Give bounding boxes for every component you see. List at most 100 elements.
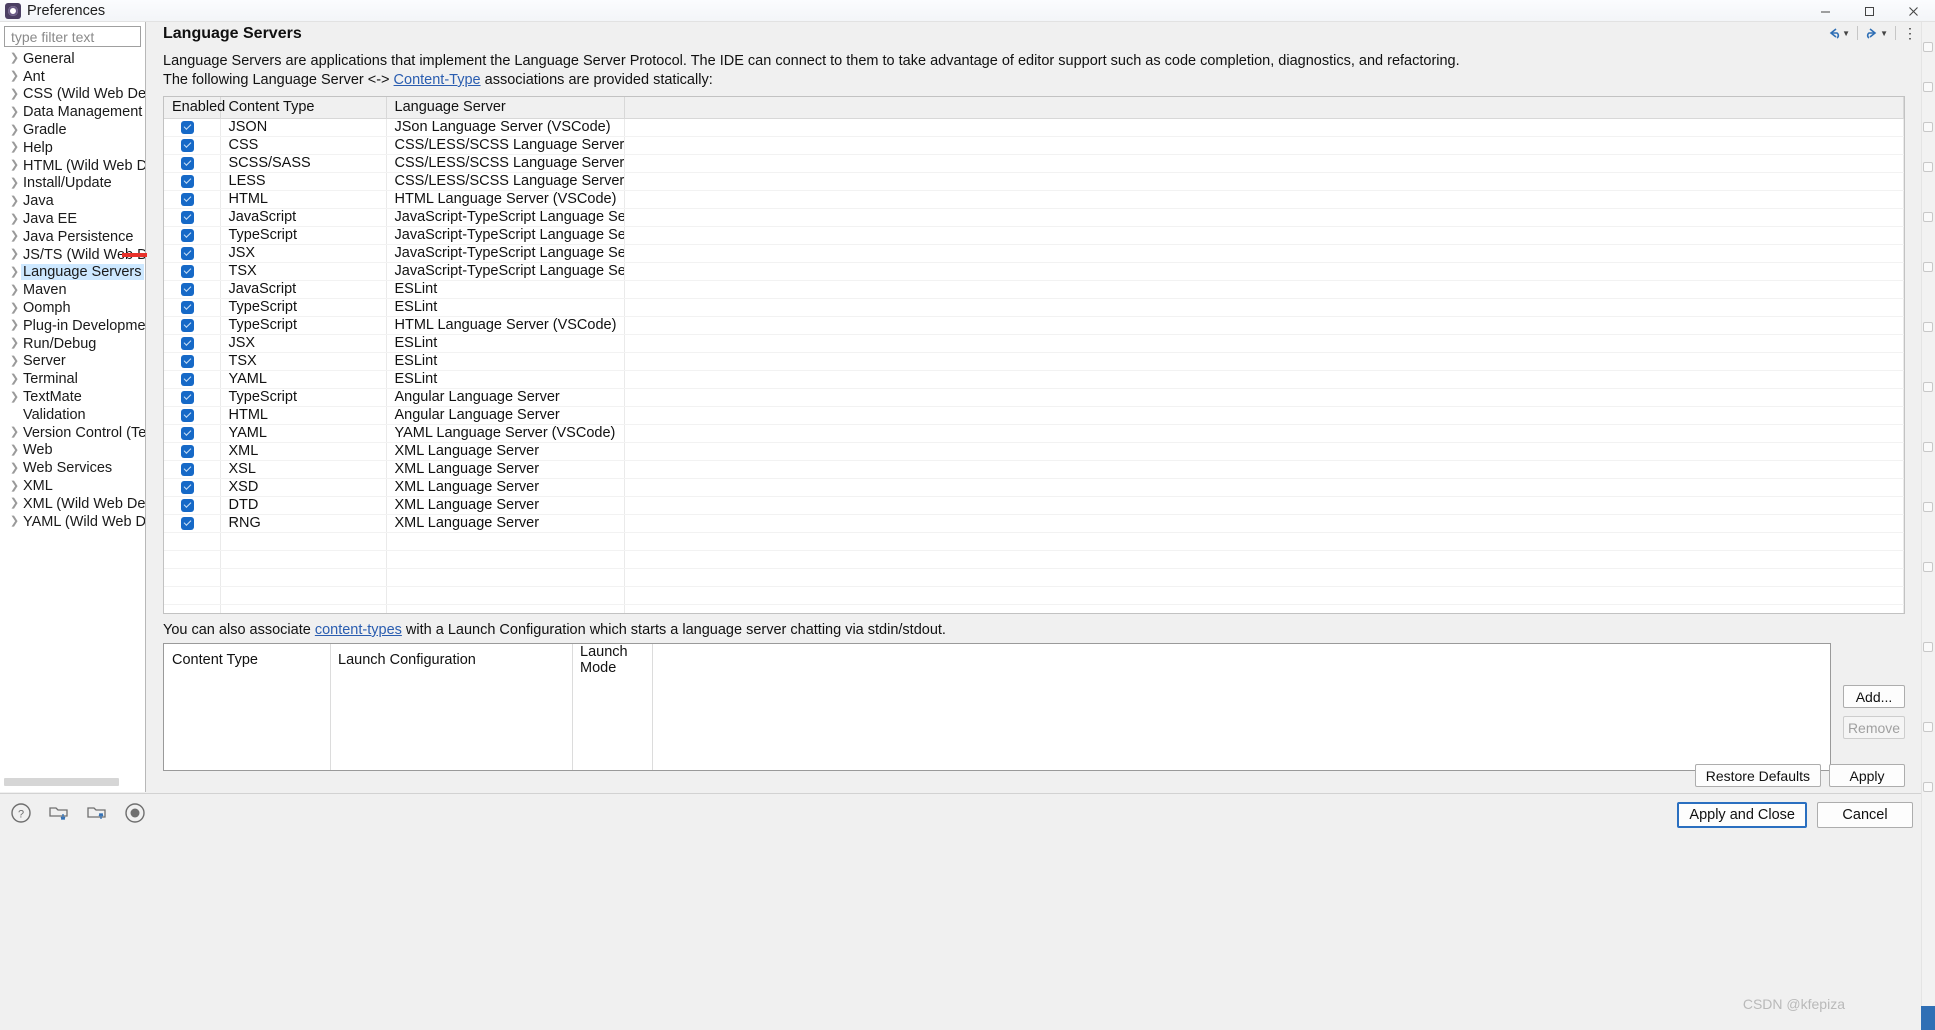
table-row-empty[interactable]: [164, 532, 1904, 551]
forward-button[interactable]: ▼: [1863, 25, 1890, 42]
chevron-right-icon[interactable]: ❯: [8, 124, 21, 136]
sidebar-item-run-debug[interactable]: ❯ Run/Debug: [0, 335, 145, 353]
checkbox-checked-icon[interactable]: [181, 516, 194, 530]
content-type-link[interactable]: Content-Type: [394, 72, 481, 88]
vertical-dots-icon[interactable]: ⋮: [1903, 26, 1917, 40]
table-row[interactable]: YAML YAML Language Server (VSCode): [164, 424, 1904, 443]
checkbox-checked-icon[interactable]: [181, 120, 194, 134]
filter-box[interactable]: [4, 26, 141, 47]
chevron-right-icon[interactable]: ❯: [8, 231, 21, 242]
sidebar-item-web-services[interactable]: ❯ Web Services: [0, 459, 145, 477]
enabled-cell[interactable]: [164, 316, 221, 335]
content-types-link[interactable]: content-types: [315, 622, 402, 638]
table-row[interactable]: YAML ESLint: [164, 370, 1904, 389]
checkbox-checked-icon[interactable]: [181, 228, 194, 242]
chevron-right-icon[interactable]: ❯: [8, 249, 21, 260]
checkbox-checked-icon[interactable]: [181, 462, 194, 476]
chevron-right-icon[interactable]: ❯: [8, 53, 21, 64]
column-header-content-type[interactable]: Content Type: [220, 97, 387, 119]
checkbox-checked-icon[interactable]: [181, 156, 194, 170]
table-row[interactable]: DTD XML Language Server: [164, 496, 1904, 515]
enabled-cell[interactable]: [164, 388, 221, 407]
sidebar-item-language-servers[interactable]: ❯ Language Servers: [0, 264, 145, 282]
enabled-cell[interactable]: [164, 136, 221, 155]
enabled-cell[interactable]: [164, 298, 221, 317]
restore-defaults-button[interactable]: Restore Defaults: [1694, 764, 1821, 787]
close-button[interactable]: [1891, 0, 1935, 22]
checkbox-checked-icon[interactable]: [181, 426, 194, 440]
sidebar-item-server[interactable]: ❯ Server: [0, 353, 145, 371]
checkbox-checked-icon[interactable]: [181, 318, 194, 332]
column-header-language-server[interactable]: Language Server: [386, 97, 625, 119]
table-row[interactable]: SCSS/SASSCSS/LESS/SCSS Language Server (…: [164, 154, 1904, 173]
chevron-right-icon[interactable]: ❯: [8, 427, 21, 438]
sidebar-item-yaml-wild-web-develop[interactable]: ❯YAML (Wild Web Develop: [0, 513, 145, 531]
enabled-cell[interactable]: [164, 172, 221, 191]
chevron-right-icon[interactable]: ❯: [8, 88, 21, 100]
tree-horizontal-scrollbar[interactable]: [4, 778, 119, 786]
table-row[interactable]: XSD XML Language Server: [164, 478, 1904, 497]
language-servers-table-container[interactable]: Enabled Content Type Language Server JSO…: [163, 96, 1905, 614]
column-header-launch-configuration[interactable]: Launch Configuration: [330, 644, 572, 676]
enabled-cell[interactable]: [164, 442, 221, 461]
chevron-right-icon[interactable]: ❯: [8, 213, 21, 225]
checkbox-checked-icon[interactable]: [181, 408, 194, 422]
sidebar-item-css-wild-web-develope[interactable]: ❯CSS (Wild Web Develope: [0, 86, 145, 104]
checkbox-checked-icon[interactable]: [181, 354, 194, 368]
sidebar-item-web[interactable]: ❯ Web: [0, 442, 145, 460]
chevron-right-icon[interactable]: ❯: [8, 284, 21, 296]
chevron-right-icon[interactable]: ❯: [8, 320, 21, 331]
sidebar-item-gradle[interactable]: ❯ Gradle: [0, 121, 145, 139]
checkbox-checked-icon[interactable]: [181, 264, 194, 278]
table-row[interactable]: HTML Angular Language Server: [164, 406, 1904, 425]
sidebar-item-html-wild-web-develop[interactable]: ❯HTML (Wild Web Develop: [0, 157, 145, 175]
preferences-tree[interactable]: ❯General❯Ant❯CSS (Wild Web Develope❯Data…: [0, 50, 145, 531]
sidebar-item-xml-wild-web-develop[interactable]: ❯XML (Wild Web Develop: [0, 495, 145, 513]
enabled-cell[interactable]: [164, 244, 221, 263]
chevron-right-icon[interactable]: ❯: [8, 177, 21, 189]
minimize-button[interactable]: [1803, 0, 1847, 22]
checkbox-checked-icon[interactable]: [181, 246, 194, 260]
table-row[interactable]: TSX ESLint: [164, 352, 1904, 371]
table-row[interactable]: TypeScript ESLint: [164, 298, 1904, 317]
enabled-cell[interactable]: [164, 280, 221, 299]
chevron-right-icon[interactable]: ❯: [8, 160, 21, 171]
enabled-cell[interactable]: [164, 460, 221, 479]
chevron-down-icon[interactable]: ▼: [1842, 29, 1850, 38]
cancel-button[interactable]: Cancel: [1817, 802, 1913, 828]
enabled-cell[interactable]: [164, 352, 221, 371]
enabled-cell[interactable]: [164, 424, 221, 443]
enabled-cell[interactable]: [164, 226, 221, 245]
table-row[interactable]: TypeScript Angular Language Server: [164, 388, 1904, 407]
table-row[interactable]: TSXJavaScript-TypeScript Language Server: [164, 262, 1904, 281]
chevron-right-icon[interactable]: ❯: [8, 444, 21, 456]
apply-button[interactable]: Apply: [1829, 764, 1905, 787]
enabled-cell[interactable]: [164, 334, 221, 353]
checkbox-checked-icon[interactable]: [181, 336, 194, 350]
add-button[interactable]: Add...: [1843, 685, 1905, 708]
page-menu-button[interactable]: ⋮: [1901, 24, 1919, 42]
export-icon[interactable]: [86, 802, 108, 824]
enabled-cell[interactable]: [164, 154, 221, 173]
sidebar-item-install-update[interactable]: ❯ Install/Update: [0, 175, 145, 193]
sidebar-item-js-ts-wild-web-develop[interactable]: ❯JS/TS (Wild Web Develop: [0, 246, 145, 264]
table-row[interactable]: JavaScript ESLint: [164, 280, 1904, 299]
sidebar-item-version-control-team[interactable]: ❯Version Control (Team): [0, 424, 145, 442]
chevron-down-icon[interactable]: ▼: [1880, 29, 1888, 38]
table-row[interactable]: CSSCSS/LESS/SCSS Language Server (VSCode…: [164, 136, 1904, 155]
chevron-right-icon[interactable]: ❯: [8, 195, 21, 207]
sidebar-item-xml[interactable]: ❯ XML: [0, 477, 145, 495]
column-header-lower-content-type[interactable]: Content Type: [164, 644, 330, 676]
help-icon[interactable]: ?: [10, 802, 32, 824]
enabled-cell[interactable]: [164, 118, 221, 137]
sidebar-item-data-management[interactable]: ❯ Data Management: [0, 103, 145, 121]
chevron-right-icon[interactable]: ❯: [8, 302, 21, 314]
checkbox-checked-icon[interactable]: [181, 390, 194, 404]
enabled-cell[interactable]: [164, 190, 221, 209]
enabled-cell[interactable]: [164, 514, 221, 533]
sidebar-item-java-persistence[interactable]: ❯ Java Persistence: [0, 228, 145, 246]
enabled-cell[interactable]: [164, 406, 221, 425]
sidebar-item-general[interactable]: ❯ General: [0, 50, 145, 68]
checkbox-checked-icon[interactable]: [181, 192, 194, 206]
sidebar-item-terminal[interactable]: ❯ Terminal: [0, 370, 145, 388]
